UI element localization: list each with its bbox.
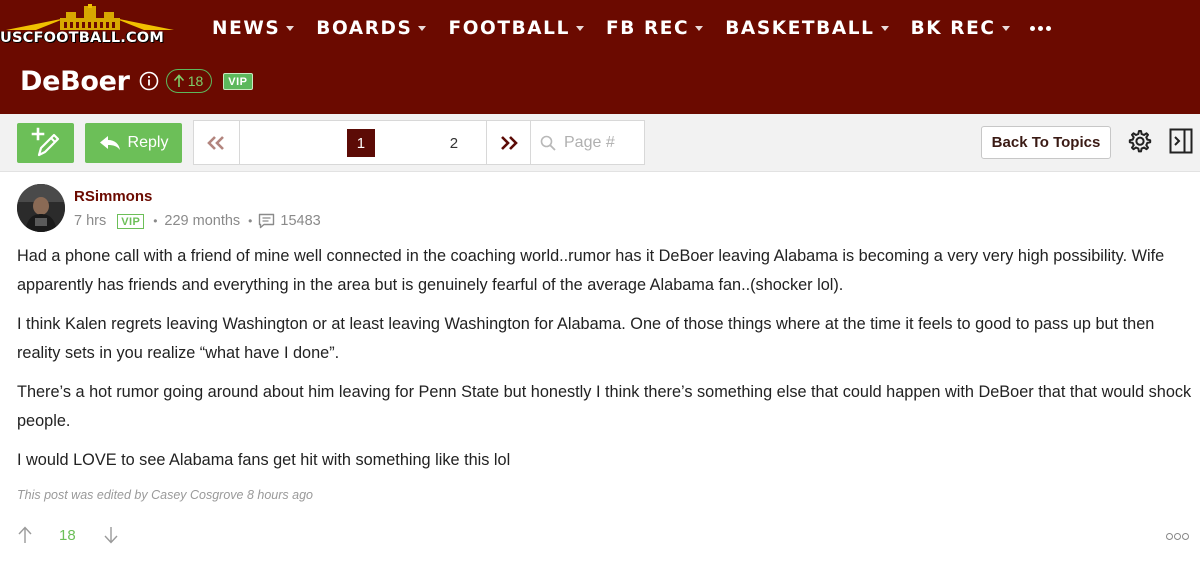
avatar-image — [17, 184, 65, 232]
arrow-up-icon — [173, 74, 184, 87]
thread-score-value: 18 — [187, 73, 204, 89]
site-header: USCFOOTBALL.COM NEWS BOARDS FOOTBALL FB … — [0, 0, 1200, 114]
separator-dot-icon: • — [248, 214, 253, 228]
thread-title-row: DeBoer 18 VIP — [20, 64, 253, 98]
logo-skyline-art — [6, 4, 174, 30]
nav-news-label: NEWS — [212, 17, 281, 39]
gear-icon[interactable] — [1126, 128, 1152, 154]
nav-boards[interactable]: BOARDS — [316, 17, 427, 39]
forum-post: RSimmons 7 hrs VIP • 229 months • 15483 … — [0, 172, 1200, 562]
vip-badge: VIP — [223, 72, 253, 90]
collapse-panel-icon[interactable] — [1169, 128, 1193, 154]
more-horizontal-icon[interactable] — [1029, 25, 1051, 31]
edited-note: This post was edited by Casey Cosgrove 8… — [17, 488, 313, 502]
reply-button-label: Reply — [127, 134, 169, 151]
thread-toolbar: Reply 1 2 Back To Topics — [0, 114, 1200, 172]
reply-arrow-icon — [99, 136, 120, 150]
site-logo[interactable]: USCFOOTBALL.COM — [0, 0, 190, 52]
logo-text: USCFOOTBALL.COM — [0, 30, 164, 46]
first-page-button[interactable] — [194, 121, 240, 164]
nav-news[interactable]: NEWS — [212, 17, 295, 39]
thread-score: 18 — [165, 69, 213, 93]
post-paragraph: I would LOVE to see Alabama fans get hit… — [17, 451, 511, 469]
nav-boards-label: BOARDS — [316, 17, 413, 39]
page-2-button[interactable]: 2 — [447, 129, 461, 157]
back-to-topics-button[interactable]: Back To Topics — [981, 126, 1111, 159]
nav-football[interactable]: FOOTBALL — [448, 18, 584, 39]
search-icon — [540, 135, 556, 151]
post-time: 7 hrs — [74, 213, 107, 229]
double-chevron-right-icon — [500, 135, 518, 150]
nav-football-label: FOOTBALL — [448, 17, 570, 39]
posts-count-icon — [259, 213, 275, 229]
last-page-button[interactable] — [486, 121, 531, 164]
caret-down-icon — [575, 25, 584, 31]
separator-dot-icon: • — [153, 214, 158, 228]
nav-bk-rec[interactable]: BK REC — [911, 18, 1010, 39]
nav-basketball[interactable]: BASKETBALL — [725, 17, 889, 39]
author-post-count: 15483 — [280, 213, 321, 229]
page-jump — [531, 121, 644, 164]
page-1-button[interactable]: 1 — [346, 129, 375, 157]
vote-controls: 18 — [17, 526, 119, 544]
author-vip-badge: VIP — [117, 213, 145, 229]
page-list: 1 2 — [240, 121, 486, 164]
double-chevron-left-icon — [207, 135, 225, 150]
post-meta: 7 hrs VIP • 229 months • 15483 — [74, 213, 321, 229]
nav-fb-rec[interactable]: FB REC — [605, 17, 704, 39]
post-options-icon[interactable] — [1166, 533, 1189, 540]
post-paragraph: I think Kalen regrets leaving Washington… — [17, 315, 1155, 362]
caret-down-icon — [286, 25, 295, 31]
avatar[interactable] — [17, 184, 65, 232]
author-tenure: 229 months — [164, 213, 241, 229]
nav-fb-rec-label: FB REC — [605, 17, 690, 39]
caret-down-icon — [695, 25, 704, 31]
downvote-arrow-icon[interactable] — [103, 526, 119, 544]
post-body: Had a phone call with a friend of mine w… — [17, 242, 1192, 485]
post-paragraph: There’s a hot rumor going around about h… — [17, 383, 1192, 430]
caret-down-icon — [880, 25, 889, 31]
info-icon[interactable] — [139, 71, 159, 91]
page-number-input[interactable] — [564, 133, 644, 152]
reply-button[interactable]: Reply — [85, 123, 182, 163]
main-nav: NEWS BOARDS FOOTBALL FB REC BASKETBALL B… — [212, 14, 1051, 42]
pagination: 1 2 — [193, 120, 645, 165]
page-title: DeBoer — [20, 65, 130, 97]
upvote-arrow-icon[interactable] — [17, 526, 33, 544]
caret-down-icon — [1001, 25, 1010, 31]
caret-down-icon — [418, 25, 427, 31]
new-post-icon — [31, 127, 59, 157]
post-paragraph: Had a phone call with a friend of mine w… — [17, 247, 1165, 294]
post-author[interactable]: RSimmons — [74, 188, 152, 205]
nav-basketball-label: BASKETBALL — [725, 17, 875, 39]
new-topic-button[interactable] — [17, 123, 74, 163]
vote-count: 18 — [59, 526, 76, 544]
nav-bk-rec-label: BK REC — [910, 17, 996, 39]
